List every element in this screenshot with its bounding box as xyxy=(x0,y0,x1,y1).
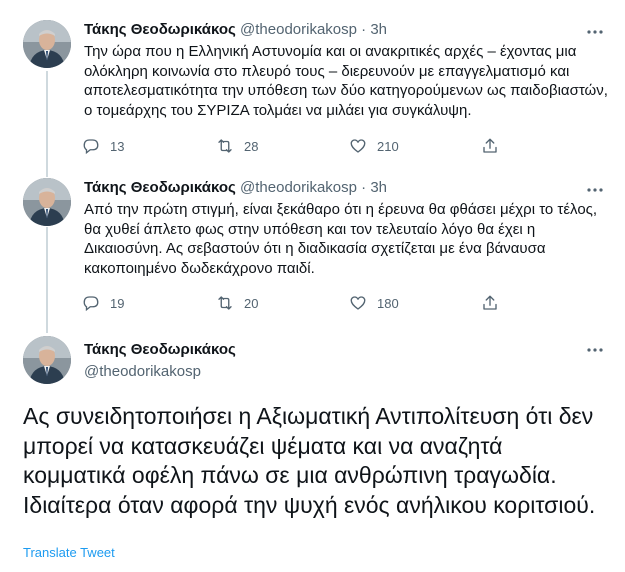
tweet-text: Από την πρώτη στιγμή, είναι ξεκάθαρο ότι… xyxy=(84,201,598,277)
reply-count: 13 xyxy=(110,138,125,154)
more-icon[interactable] xyxy=(585,180,605,200)
reply-button[interactable]: 19 xyxy=(82,293,216,313)
author-handle[interactable]: @theodorikakosp xyxy=(240,21,357,38)
avatar[interactable] xyxy=(23,336,71,384)
like-button[interactable]: 180 xyxy=(349,293,481,313)
author-name[interactable]: Τάκης Θεοδωρικάκος xyxy=(84,341,236,358)
reply-count: 19 xyxy=(110,295,125,311)
author-handle[interactable]: @theodorikakosp xyxy=(240,179,357,196)
heart-icon xyxy=(350,296,366,310)
retweet-icon xyxy=(218,139,232,153)
author-name[interactable]: Τάκης Θεοδωρικάκος xyxy=(84,179,236,196)
retweet-count: 20 xyxy=(244,295,259,311)
separator-dot: · xyxy=(361,21,367,38)
heart-icon xyxy=(350,139,366,153)
tweet[interactable]: Τάκης Θεοδωρικάκος @theodorikakosp · 3h … xyxy=(0,170,625,332)
separator-dot: · xyxy=(361,179,367,196)
more-icon[interactable] xyxy=(585,340,605,360)
like-count: 210 xyxy=(377,138,399,154)
like-button[interactable]: 210 xyxy=(349,136,481,156)
retweet-icon xyxy=(218,296,232,310)
like-count: 180 xyxy=(377,295,399,311)
author-handle[interactable]: @theodorikakosp xyxy=(84,363,201,380)
avatar[interactable] xyxy=(23,20,71,68)
retweet-count: 28 xyxy=(244,138,259,154)
share-icon xyxy=(483,138,497,153)
tweet-text: Την ώρα που η Ελληνική Αστυνομία και οι … xyxy=(84,43,608,119)
share-icon xyxy=(483,295,497,310)
author-name[interactable]: Τάκης Θεοδωρικάκος xyxy=(84,21,236,38)
retweet-button[interactable]: 28 xyxy=(216,136,349,156)
tweet-timestamp[interactable]: 3h xyxy=(370,179,387,196)
retweet-button[interactable]: 20 xyxy=(216,293,349,313)
main-tweet: Τάκης Θεοδωρικάκος @theodorikakosp Ας συ… xyxy=(0,332,625,572)
share-button[interactable] xyxy=(481,293,509,313)
tweet-timestamp[interactable]: 3h xyxy=(370,21,387,38)
reply-button[interactable]: 13 xyxy=(82,136,216,156)
main-tweet-text: Ας συνειδητοποιήσει η Αξιωματική Αντιπολ… xyxy=(23,403,596,518)
tweet[interactable]: Τάκης Θεοδωρικάκος @theodorikakosp · 3h … xyxy=(0,0,625,170)
reply-icon xyxy=(83,139,99,155)
avatar[interactable] xyxy=(23,178,71,226)
translate-tweet-link[interactable]: Translate Tweet xyxy=(23,545,115,560)
more-icon[interactable] xyxy=(585,22,605,42)
share-button[interactable] xyxy=(481,136,509,156)
reply-icon xyxy=(83,296,99,312)
